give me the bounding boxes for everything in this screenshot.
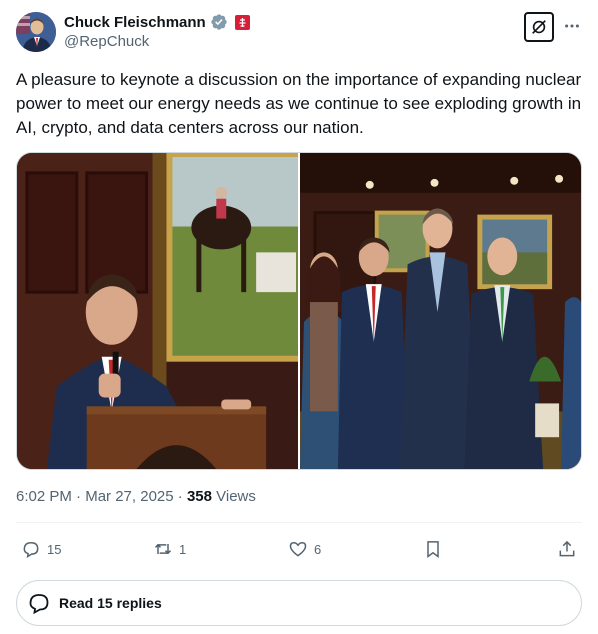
read-replies-label: Read 15 replies	[59, 595, 162, 611]
photo-group-portrait[interactable]	[300, 153, 581, 469]
name-row: Chuck Fleischmann	[64, 12, 251, 32]
media-grid	[16, 152, 582, 470]
reply-count: 15	[47, 541, 62, 557]
avatar[interactable]	[16, 12, 56, 52]
more-icon	[565, 24, 579, 28]
action-bar: 15 1 6	[16, 535, 582, 563]
reply-button[interactable]: 15	[21, 535, 61, 563]
more-button[interactable]	[562, 16, 582, 36]
views-label: Views	[211, 488, 256, 505]
tweet-header: Chuck Fleischmann @RepChuck	[16, 12, 582, 56]
heart-icon	[289, 541, 307, 557]
photo-speaker-at-podium[interactable]	[17, 153, 298, 469]
tweet-date[interactable]: Mar 27, 2025	[85, 488, 173, 505]
meta-separator: ·	[71, 488, 86, 505]
tweet-text: A pleasure to keynote a discussion on th…	[16, 70, 582, 137]
bookmark-icon	[427, 541, 439, 558]
like-button[interactable]: 6	[288, 535, 321, 563]
reply-icon	[23, 541, 39, 558]
reply-icon	[29, 594, 49, 615]
repost-button[interactable]: 1	[153, 535, 186, 563]
divider	[16, 522, 582, 523]
grok-icon	[532, 20, 546, 34]
meta-separator: ·	[173, 488, 187, 505]
author-name[interactable]: Chuck Fleischmann	[64, 14, 206, 31]
government-affiliation-icon[interactable]	[234, 14, 251, 31]
repost-count: 1	[179, 541, 187, 557]
share-icon	[559, 540, 575, 557]
read-replies-button[interactable]: Read 15 replies	[16, 580, 582, 626]
share-button[interactable]	[557, 535, 577, 563]
bookmark-button[interactable]	[423, 535, 443, 563]
like-count: 6	[314, 541, 322, 557]
repost-icon	[154, 543, 172, 555]
author-handle[interactable]: @RepChuck	[64, 33, 149, 50]
verified-badge-icon[interactable]	[210, 13, 228, 31]
tweet-meta: 6:02 PM · Mar 27, 2025 · 358 Views	[16, 488, 256, 505]
views-count: 358	[186, 488, 212, 505]
tweet-time[interactable]: 6:02 PM	[16, 488, 72, 505]
grok-button[interactable]	[524, 12, 554, 42]
